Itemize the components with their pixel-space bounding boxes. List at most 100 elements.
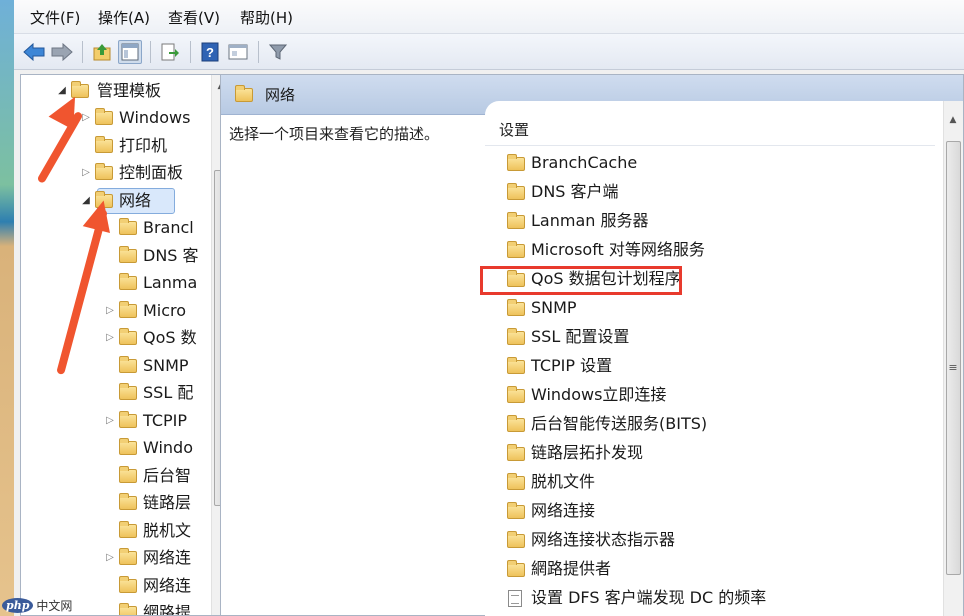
folder-icon bbox=[507, 241, 525, 258]
settings-list-item-label: TCPIP 设置 bbox=[531, 356, 613, 375]
folder-icon bbox=[119, 520, 137, 538]
folder-icon bbox=[119, 603, 137, 615]
properties-icon[interactable] bbox=[226, 40, 250, 64]
settings-list-item-label: BranchCache bbox=[531, 153, 638, 172]
tree-item[interactable]: ▷ Windows bbox=[81, 105, 221, 131]
tree-item-label: 网络 bbox=[119, 190, 152, 210]
folder-icon bbox=[119, 218, 137, 235]
setting-icon bbox=[508, 590, 522, 607]
help-icon[interactable]: ? bbox=[198, 40, 222, 64]
list-scroll-thumb[interactable] bbox=[946, 141, 961, 575]
item-description: 选择一个项目来查看它的描述。 bbox=[229, 125, 440, 143]
settings-list-item-label: Lanman 服务器 bbox=[531, 211, 649, 230]
folder-icon bbox=[119, 575, 137, 593]
folder-icon bbox=[507, 473, 525, 490]
list-scrollbar[interactable]: ▲ ≡ bbox=[943, 101, 963, 616]
expand-icon[interactable]: ▷ bbox=[105, 298, 115, 324]
tree-item-label: Windo bbox=[143, 438, 193, 457]
expand-icon[interactable]: ▷ bbox=[105, 545, 115, 571]
folder-icon bbox=[119, 548, 137, 565]
expand-icon[interactable]: ▷ bbox=[105, 325, 115, 351]
folder-icon bbox=[235, 85, 253, 102]
svg-text:?: ? bbox=[206, 45, 214, 60]
tree-item-label: SNMP bbox=[143, 355, 189, 375]
folder-icon bbox=[507, 531, 525, 548]
forward-icon[interactable] bbox=[50, 40, 74, 64]
folder-icon bbox=[119, 355, 137, 373]
menu-file[interactable]: 文件(F) bbox=[30, 7, 80, 29]
folder-icon bbox=[507, 560, 525, 577]
tree-item-label: Windows bbox=[119, 108, 191, 127]
tree-item-label: SSL 配 bbox=[143, 383, 194, 402]
folder-icon bbox=[119, 300, 137, 318]
show-hide-tree-icon[interactable] bbox=[118, 40, 142, 64]
tree-item-label: Lanma bbox=[143, 273, 198, 292]
settings-list-item-label: Microsoft 对等网络服务 bbox=[531, 240, 705, 259]
scroll-grip-icon: ≡ bbox=[948, 361, 958, 374]
back-icon[interactable] bbox=[22, 40, 46, 64]
folder-icon bbox=[119, 493, 137, 510]
folder-icon bbox=[507, 386, 525, 403]
watermark: php 中文网 bbox=[2, 596, 72, 614]
folder-icon bbox=[507, 444, 525, 461]
group-policy-editor-window: 文件(F) 操作(A) 查看(V) 帮助(H) ? ◢ 管理模板 ▷ Windo… bbox=[14, 0, 964, 616]
tree-item-label: 链路层 bbox=[143, 493, 192, 512]
folder-icon bbox=[507, 328, 525, 345]
folder-icon bbox=[507, 357, 525, 374]
tree-item-label: DNS 客 bbox=[143, 245, 199, 265]
tree-item-label: 管理模板 bbox=[97, 81, 162, 100]
toolbar-separator bbox=[82, 41, 83, 63]
tree-item-label: 網路提 bbox=[143, 603, 192, 616]
tree-item-label: 网络连 bbox=[143, 548, 192, 567]
folder-icon bbox=[95, 135, 113, 153]
column-header-setting[interactable]: 设置 bbox=[499, 119, 529, 140]
settings-list-item-label: 后台智能传送服务(BITS) bbox=[531, 414, 708, 433]
tree-item[interactable]: ▷ 控制面板 bbox=[81, 160, 221, 186]
folder-icon bbox=[119, 410, 137, 428]
settings-list-item-label: 脱机文件 bbox=[531, 472, 596, 491]
settings-list-item-label: Windows立即连接 bbox=[531, 385, 667, 404]
up-folder-icon[interactable] bbox=[90, 40, 114, 64]
settings-list-item-label: 设置 DFS 客户端发现 DC 的频率 bbox=[531, 588, 767, 607]
settings-list-item-label: DNS 客户端 bbox=[531, 182, 619, 201]
watermark-logo: php bbox=[2, 597, 34, 613]
tree-item[interactable]: 打印机 bbox=[81, 133, 221, 159]
tree-item-label: 打印机 bbox=[119, 135, 168, 155]
tree-item-label: Micro bbox=[143, 300, 187, 320]
folder-icon bbox=[507, 212, 525, 229]
toolbar-separator bbox=[190, 41, 191, 63]
folder-icon bbox=[507, 415, 525, 432]
folder-icon bbox=[507, 183, 525, 200]
watermark-text: 中文网 bbox=[36, 598, 73, 613]
settings-list-item-label: SNMP bbox=[531, 298, 577, 317]
menu-view[interactable]: 查看(V) bbox=[168, 7, 220, 29]
settings-list-item-label: 链路层拓扑发现 bbox=[531, 443, 644, 462]
folder-icon bbox=[119, 383, 137, 400]
menu-action[interactable]: 操作(A) bbox=[98, 7, 150, 29]
expand-icon[interactable]: ▷ bbox=[105, 408, 115, 434]
folder-icon bbox=[507, 154, 525, 171]
filter-icon[interactable] bbox=[266, 40, 290, 64]
annotation-highlight-box bbox=[480, 266, 682, 295]
settings-list-item-label: 网络连接 bbox=[531, 501, 596, 520]
toolbar-separator bbox=[150, 41, 151, 63]
tree-item-label: 网络连 bbox=[143, 575, 192, 595]
settings-list: 设置 BranchCache DNS 客户端 Lanman 服务器 Microsoft… bbox=[485, 101, 963, 616]
folder-icon bbox=[119, 245, 137, 263]
tree-item-label: 后台智 bbox=[143, 465, 192, 485]
tree-item-label: 控制面板 bbox=[119, 163, 184, 182]
header-divider bbox=[485, 145, 935, 146]
menu-bar: 文件(F) 操作(A) 查看(V) 帮助(H) bbox=[14, 0, 964, 34]
tree-item-label: QoS 数 bbox=[143, 328, 197, 347]
scroll-up-icon[interactable]: ▲ bbox=[944, 115, 962, 125]
folder-icon bbox=[119, 465, 137, 483]
details-pane: 网络 选择一个项目来查看它的描述。 设置 BranchCache DNS 客户端 L… bbox=[220, 74, 964, 616]
details-title: 网络 bbox=[265, 86, 296, 104]
folder-icon bbox=[95, 163, 113, 180]
export-list-icon[interactable] bbox=[158, 40, 182, 64]
menu-help[interactable]: 帮助(H) bbox=[240, 7, 293, 29]
tree-item-label: 脱机文 bbox=[143, 520, 192, 540]
expand-icon[interactable]: ▷ bbox=[81, 160, 91, 186]
settings-list-item-label: 网络连接状态指示器 bbox=[531, 530, 676, 549]
folder-icon bbox=[119, 438, 137, 455]
